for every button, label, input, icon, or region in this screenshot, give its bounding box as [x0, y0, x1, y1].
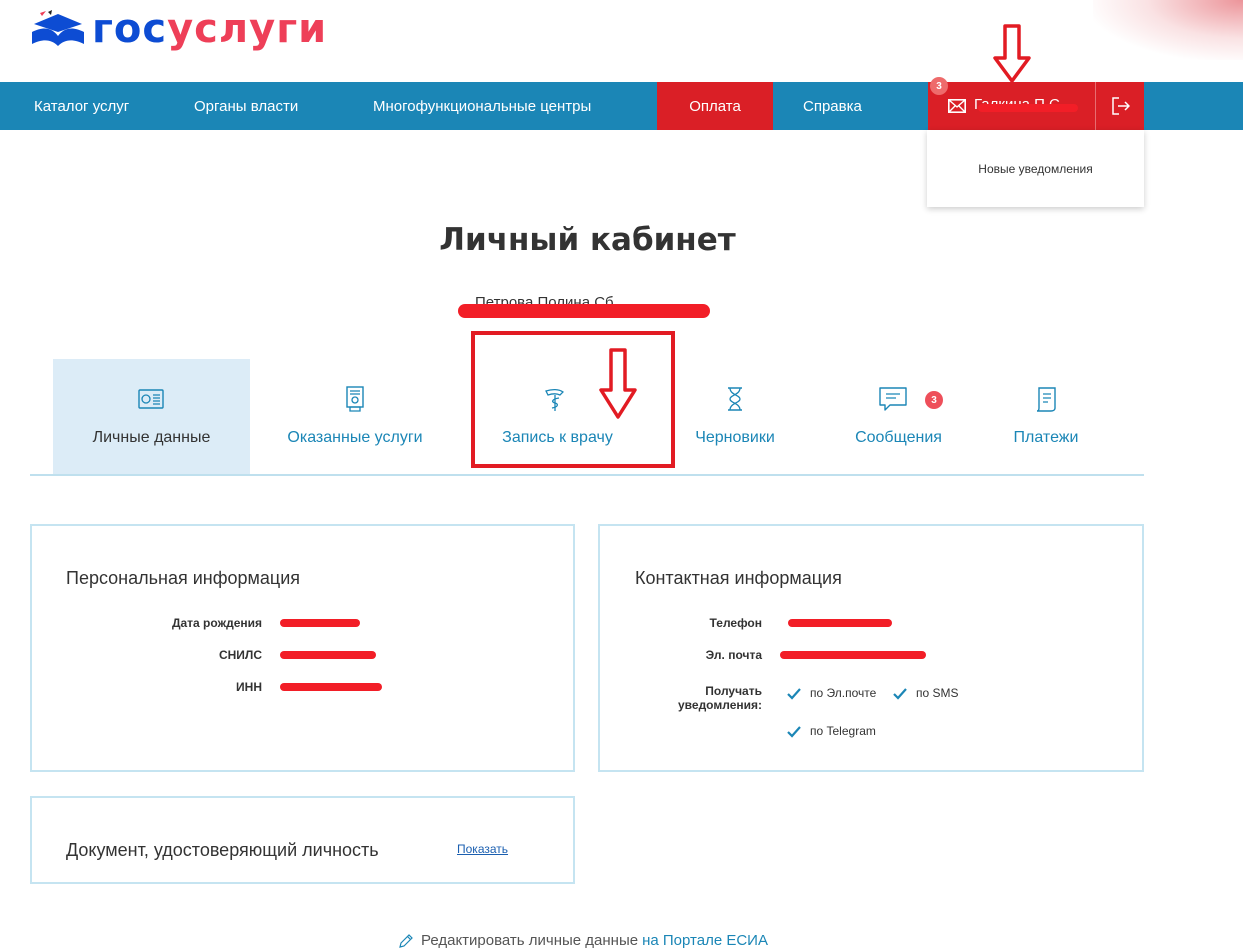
id-card-icon	[138, 389, 164, 409]
envelope-icon[interactable]	[948, 99, 966, 113]
receipt-icon	[1036, 387, 1056, 412]
email-value	[780, 651, 926, 659]
phone-label: Телефон	[709, 616, 762, 630]
hourglass-icon	[728, 387, 742, 411]
option-telegram-label: по Telegram	[810, 724, 876, 738]
gosuslugi-logo[interactable]: госуслуги	[30, 8, 327, 50]
tab-label: Черновики	[695, 429, 775, 446]
nav-payment[interactable]: Оплата	[657, 82, 773, 130]
personal-info-card: Персональная информация Дата рождения СН…	[30, 524, 575, 772]
show-document-link[interactable]: Показать	[457, 842, 508, 856]
pencil-icon	[399, 933, 413, 948]
birth-date-value	[280, 619, 360, 627]
tab-label: Личные данные	[92, 429, 211, 446]
inn-value	[280, 683, 382, 691]
personal-info-title: Персональная информация	[66, 568, 301, 588]
logo-text: госуслуги	[92, 9, 327, 49]
tab-services[interactable]: Оказанные услуги	[265, 359, 445, 474]
logo-part-uslugi: услуги	[167, 6, 328, 52]
nav-help[interactable]: Справка	[803, 82, 862, 130]
main-nav: Каталог услуг Органы власти Многофункцио…	[0, 77, 1243, 130]
identity-document-card: Документ, удостоверяющий личность Показа…	[30, 796, 575, 884]
snils-value	[280, 651, 376, 659]
tab-personal-data[interactable]: Личные данные	[53, 359, 250, 474]
annotation-highlight-box	[471, 331, 675, 468]
user-name-redaction	[978, 104, 1078, 112]
annotation-arrow-top	[993, 24, 1031, 83]
contact-info-card: Контактная информация Телефон Эл. почта …	[598, 524, 1144, 772]
contact-info-title: Контактная информация	[635, 568, 842, 588]
logo-book-icon	[32, 10, 84, 46]
logout-icon[interactable]	[1112, 97, 1130, 115]
notifications-dropdown[interactable]: Новые уведомления	[927, 130, 1144, 207]
chat-icon	[879, 387, 907, 411]
snils-label: СНИЛС	[218, 648, 262, 662]
tab-messages[interactable]: 3 Сообщения	[836, 359, 961, 474]
birth-date-label: Дата рождения	[171, 616, 262, 630]
user-menu-divider	[1095, 82, 1096, 130]
page-title: Личный кабинет	[439, 222, 736, 258]
checkbox-sms-notify[interactable]	[892, 686, 908, 702]
messages-count-badge: 3	[925, 391, 943, 409]
edit-personal-data: Редактировать личные данные на Портале Е…	[399, 932, 768, 949]
tab-payments[interactable]: Платежи	[1001, 359, 1091, 474]
option-sms-label: по SMS	[916, 686, 959, 700]
notification-count-badge: 3	[930, 77, 948, 95]
email-label: Эл. почта	[705, 648, 762, 662]
identity-document-title: Документ, удостоверяющий личность	[66, 840, 379, 860]
nav-catalog[interactable]: Каталог услуг	[34, 82, 129, 130]
esia-portal-link[interactable]: на Портале ЕСИА	[642, 932, 768, 949]
tab-label: Сообщения	[855, 429, 942, 446]
phone-value	[788, 619, 892, 627]
checkbox-email-notify[interactable]	[786, 686, 802, 702]
tab-label: Платежи	[1013, 429, 1079, 446]
edit-personal-data-text: Редактировать личные данные	[421, 932, 639, 949]
tab-drafts[interactable]: Черновики	[680, 359, 790, 474]
nav-mfc[interactable]: Многофункциональные центры	[373, 82, 591, 130]
notify-label: Получать уведомления:	[678, 684, 762, 712]
inn-label: ИНН	[236, 680, 262, 694]
user-menu[interactable]: 3 Галкина П.С	[928, 77, 1144, 130]
tab-label: Оказанные услуги	[287, 429, 423, 446]
nav-authorities[interactable]: Органы власти	[194, 82, 298, 130]
corner-glow	[1093, 0, 1243, 60]
checkbox-telegram-notify[interactable]	[786, 724, 802, 740]
full-name-redaction	[458, 304, 710, 318]
logo-part-gos: гос	[92, 6, 168, 52]
option-email-label: по Эл.почте	[810, 686, 877, 700]
document-stamp-icon	[346, 386, 364, 412]
